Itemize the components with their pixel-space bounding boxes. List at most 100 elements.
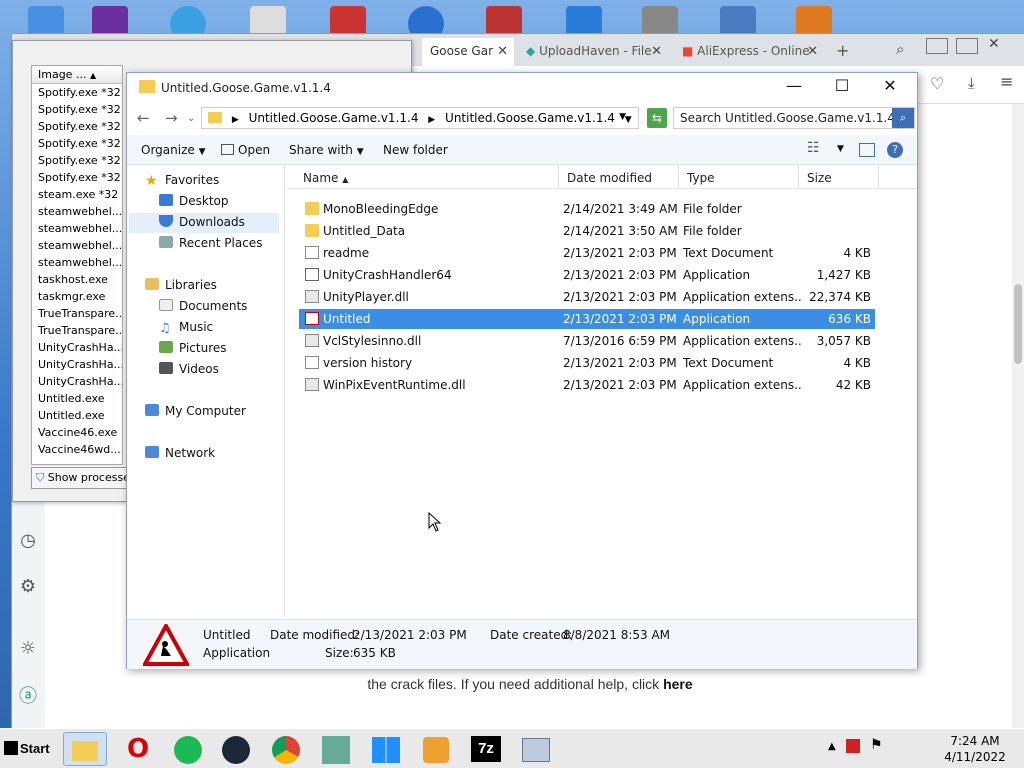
file-row[interactable]: readme 2/13/2021 2:03 PM Text Document 4 KB xyxy=(299,243,875,263)
tray-antivirus-icon[interactable] xyxy=(846,739,860,753)
lightbulb-icon[interactable]: ☼ xyxy=(16,638,40,662)
nav-downloads[interactable]: Downloads xyxy=(129,213,279,233)
search-tabs-icon[interactable]: ⌕ xyxy=(896,40,904,58)
system-clock[interactable]: 7:24 AM 4/11/2022 xyxy=(940,733,1010,765)
search-input[interactable]: Search Untitled.Goose.Game.v1.1.4 ⌕ xyxy=(673,107,915,129)
process-row[interactable]: steamwebhel... xyxy=(32,203,122,220)
file-row[interactable]: VclStylesinno.dll 7/13/2016 6:59 PM Applic… xyxy=(299,331,875,351)
process-list[interactable]: Image ... ▲ Spotify.exe *32 Spotify.exe *… xyxy=(31,65,123,465)
process-row[interactable]: UnityCrashHa... xyxy=(32,373,122,390)
browser-tab-uploadhaven[interactable]: ◆ UploadHaven - File ✕ xyxy=(518,38,668,66)
taskbar-task-manager-icon[interactable] xyxy=(514,732,558,766)
restore-icon[interactable] xyxy=(956,38,978,54)
open-button[interactable]: Open xyxy=(221,143,270,157)
chevron-down-icon[interactable]: ▼ xyxy=(837,144,844,154)
minimize-button[interactable]: — xyxy=(771,73,817,101)
file-row[interactable]: version history 2/13/2021 2:03 PM Text Doc… xyxy=(299,353,875,373)
process-row[interactable]: TrueTranspare... xyxy=(32,305,122,322)
process-row[interactable]: steamwebhel... xyxy=(32,220,122,237)
taskbar-steam-icon[interactable] xyxy=(214,732,258,766)
recent-locations-chevron-icon[interactable]: ⌄ xyxy=(187,113,195,124)
process-row[interactable]: taskmgr.exe xyxy=(32,288,122,305)
process-row[interactable]: taskhost.exe xyxy=(32,271,122,288)
forward-button[interactable]: → xyxy=(165,109,178,127)
file-row[interactable]: WinPixEventRuntime.dll 2/13/2021 2:03 PM A… xyxy=(299,375,875,395)
download-icon[interactable]: ⤓ xyxy=(968,74,975,92)
title-bar[interactable]: Untitled.Goose.Game.v1.1.4 — ☐ ✕ xyxy=(127,73,917,103)
start-button[interactable]: Start xyxy=(2,735,54,763)
clock-icon[interactable]: ◷ xyxy=(16,530,40,554)
process-row[interactable]: Spotify.exe *32 xyxy=(32,152,122,169)
file-row[interactable]: UnityPlayer.dll 2/13/2021 2:03 PM Applicat… xyxy=(299,287,875,307)
back-button[interactable]: ← xyxy=(137,109,150,127)
process-row[interactable]: Untitled.exe xyxy=(32,407,122,424)
new-tab-button[interactable]: + xyxy=(830,38,856,66)
process-row[interactable]: UnityCrashHa... xyxy=(32,339,122,356)
menu-icon[interactable]: ≡ xyxy=(1000,72,1013,91)
process-row[interactable]: Vaccine46wd.... xyxy=(32,441,122,458)
scrollbar-thumb[interactable] xyxy=(1014,284,1022,364)
close-icon[interactable]: ✕ xyxy=(988,36,1000,52)
process-row[interactable]: steamwebhel... xyxy=(32,237,122,254)
address-breadcrumb[interactable]: ▶ Untitled.Goose.Game.v1.1.4 ▶ Untitled.… xyxy=(201,107,639,129)
close-icon[interactable]: ✕ xyxy=(651,44,662,59)
assistant-icon[interactable]: ⓐ xyxy=(16,682,40,707)
nav-videos[interactable]: Videos xyxy=(159,362,219,376)
process-row[interactable]: Spotify.exe *32 xyxy=(32,135,122,152)
process-row[interactable]: TrueTranspare... xyxy=(32,322,122,339)
help-link[interactable]: here xyxy=(663,676,693,692)
gear-icon[interactable]: ⚙ xyxy=(16,576,40,600)
nav-pictures[interactable]: Pictures xyxy=(159,341,227,355)
maximize-button[interactable]: ☐ xyxy=(819,73,865,101)
breadcrumb-segment[interactable]: Untitled.Goose.Game.v1.1.4 xyxy=(249,111,419,125)
minimize-icon[interactable] xyxy=(926,38,948,54)
process-row[interactable]: Spotify.exe *32 xyxy=(32,84,122,101)
heart-icon[interactable]: ♡ xyxy=(930,74,944,93)
taskbar-spotify-icon[interactable] xyxy=(166,732,210,766)
column-header-size[interactable]: Size xyxy=(799,165,879,189)
nav-libraries[interactable]: Libraries xyxy=(145,278,217,292)
nav-music[interactable]: ♫ Music xyxy=(159,320,213,336)
show-hidden-icons-chevron-icon[interactable]: ▲ xyxy=(828,741,836,752)
process-row[interactable]: Spotify.exe *32 xyxy=(32,118,122,135)
search-icon[interactable]: ⌕ xyxy=(892,108,914,128)
help-icon[interactable]: ? xyxy=(887,142,903,158)
process-row[interactable]: steamwebhel... xyxy=(32,254,122,271)
address-dropdown-icon[interactable]: ▼ xyxy=(619,112,626,122)
nav-my-computer[interactable]: My Computer xyxy=(145,404,246,418)
process-row[interactable]: Untitled.exe xyxy=(32,390,122,407)
column-header-image[interactable]: Image ... ▲ xyxy=(32,66,122,84)
taskbar-chrome-icon[interactable] xyxy=(264,732,308,766)
page-scrollbar[interactable] xyxy=(1012,104,1024,728)
show-processes-button[interactable]: ⛉ Show processe xyxy=(31,467,141,489)
nav-desktop[interactable]: Desktop xyxy=(159,194,229,208)
column-header-type[interactable]: Type xyxy=(679,165,799,189)
refresh-button[interactable]: ⇆ xyxy=(647,108,667,128)
view-options-icon[interactable]: ☷ xyxy=(807,140,820,156)
file-row[interactable]: Untitled 2/13/2021 2:03 PM Application 636 … xyxy=(299,309,875,329)
taskbar-installer-icon[interactable] xyxy=(314,732,358,766)
close-icon[interactable]: ✕ xyxy=(807,44,818,59)
column-header-name[interactable]: Name ▲ xyxy=(295,165,559,189)
close-icon[interactable]: ✕ xyxy=(497,44,508,59)
nav-favorites[interactable]: ★ Favorites xyxy=(145,173,219,188)
tray-flag-icon[interactable]: ⚑ xyxy=(870,737,883,753)
new-folder-button[interactable]: New folder xyxy=(383,143,448,157)
column-header-date-modified[interactable]: Date modified xyxy=(559,165,679,189)
file-row[interactable]: MonoBleedingEdge 2/14/2021 3:49 AM File fo… xyxy=(299,199,875,219)
browser-tab-aliexpress[interactable]: ■ AliExpress - Online ✕ xyxy=(674,38,824,66)
file-row[interactable]: UnityCrashHandler64 2/13/2021 2:03 PM Appl… xyxy=(299,265,875,285)
file-row[interactable]: Untitled_Data 2/14/2021 3:50 AM File folde… xyxy=(299,221,875,241)
taskbar-explorer-icon[interactable] xyxy=(63,732,107,766)
process-row[interactable]: UnityCrashHa... xyxy=(32,356,122,373)
browser-tab-goose[interactable]: Goose Gar ✕ xyxy=(422,38,514,66)
taskbar-windows-icon[interactable] xyxy=(364,732,408,766)
share-with-button[interactable]: Share with ▼ xyxy=(289,143,364,157)
process-row[interactable]: Spotify.exe *32 xyxy=(32,169,122,186)
process-row[interactable]: steam.exe *32 xyxy=(32,186,122,203)
process-row[interactable]: Vaccine46.exe xyxy=(32,424,122,441)
breadcrumb-segment[interactable]: Untitled.Goose.Game.v1.1.4 xyxy=(445,111,615,125)
close-button[interactable]: ✕ xyxy=(867,73,913,101)
taskbar-media-player-icon[interactable] xyxy=(414,732,458,766)
taskbar-7zip-icon[interactable]: 7z xyxy=(464,732,508,766)
